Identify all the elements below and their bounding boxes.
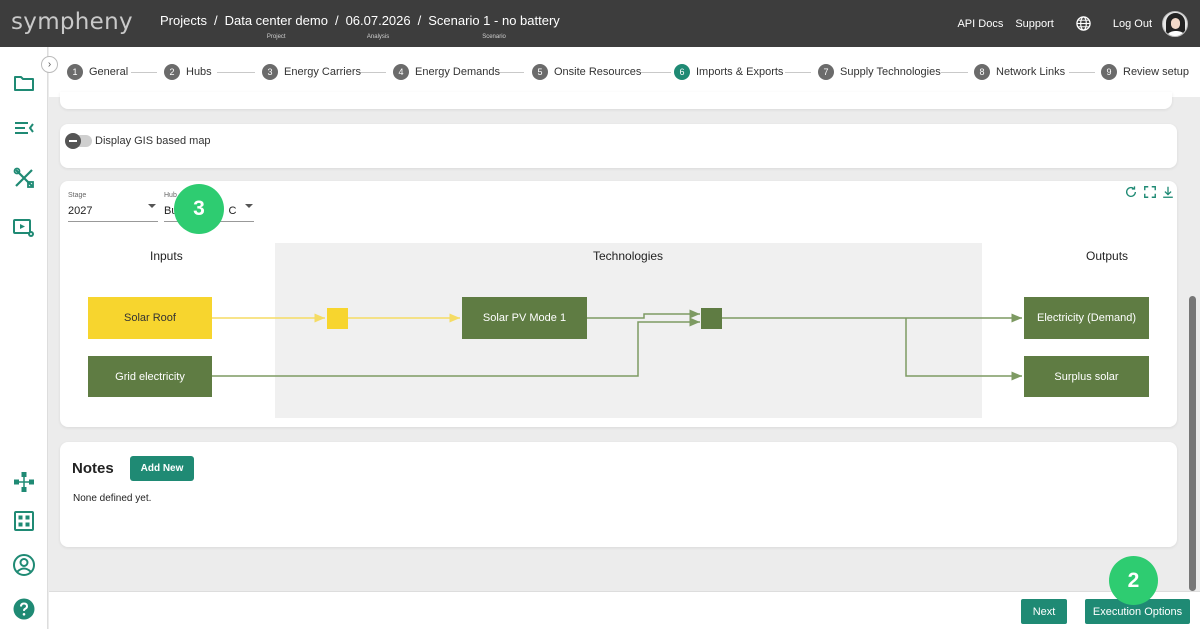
input-node-solar-roof[interactable]: Solar Roof: [88, 297, 212, 339]
flow-solar-pv-to-bus: [587, 309, 700, 319]
output-node-surplus-solar[interactable]: Surplus solar: [1024, 356, 1149, 397]
electricity-hub-node[interactable]: [701, 308, 722, 329]
input-node-grid-electricity[interactable]: Grid electricity: [88, 356, 212, 397]
solar-hub-node[interactable]: [327, 308, 348, 329]
flow-grid-to-bus: [212, 317, 700, 377]
notes-title: Notes: [72, 460, 114, 477]
notes-card: [60, 442, 1177, 547]
next-button[interactable]: Next: [1021, 599, 1067, 624]
execution-options-button[interactable]: Execution Options: [1085, 599, 1190, 624]
flow-bus-to-surplus: [905, 318, 1022, 381]
sidebar-toggle-button[interactable]: ›: [41, 56, 58, 73]
step-marker-2: 2: [1111, 558, 1156, 603]
output-node-electricity-demand[interactable]: Electricity (Demand): [1024, 297, 1149, 339]
tech-node-solar-pv[interactable]: Solar PV Mode 1: [462, 297, 587, 339]
add-note-button[interactable]: Add New: [130, 456, 194, 481]
scrollbar[interactable]: [1189, 296, 1196, 591]
notes-empty-text: None defined yet.: [73, 493, 152, 504]
